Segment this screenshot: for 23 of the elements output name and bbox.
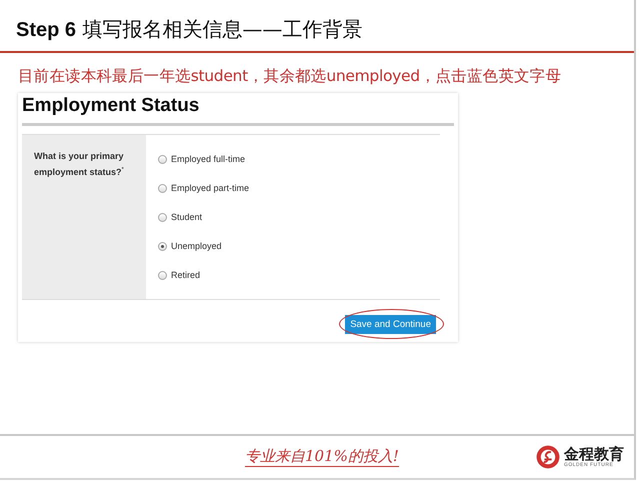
option-label: Unemployed [171,241,222,251]
slide-title: Step 6 填写报名相关信息——工作背景 [16,16,362,43]
slogan-text: 专业来自101%的投入! [245,447,399,467]
option-label: Employed part-time [171,183,250,193]
form-heading: Employment Status [22,95,454,126]
radio-button[interactable] [158,212,167,222]
logo-icon [536,445,560,469]
radio-option[interactable]: Employed part-time [158,180,250,196]
radio-option[interactable]: Student [158,209,250,225]
radio-button[interactable] [158,184,167,192]
option-label: Retired [171,270,200,280]
instruction-text: 目前在读本科最后一年选student，其余都选unemployed，点击蓝色英文字母 [18,66,562,87]
radio-button[interactable] [158,242,167,250]
option-label: Employed full-time [171,154,246,164]
brand-name: 金程教育 [564,446,624,462]
radio-option[interactable]: Retired [158,267,250,283]
radio-button[interactable] [158,270,167,280]
radio-option[interactable]: Employed full-time [158,151,250,167]
option-label: Student [171,212,202,222]
radio-button[interactable] [158,154,167,164]
question-label: What is your primary employment status?$^{*}$ [34,150,125,179]
save-continue-button[interactable]: Save and Continue [345,315,436,334]
radio-option[interactable]: Unemployed [158,238,250,254]
